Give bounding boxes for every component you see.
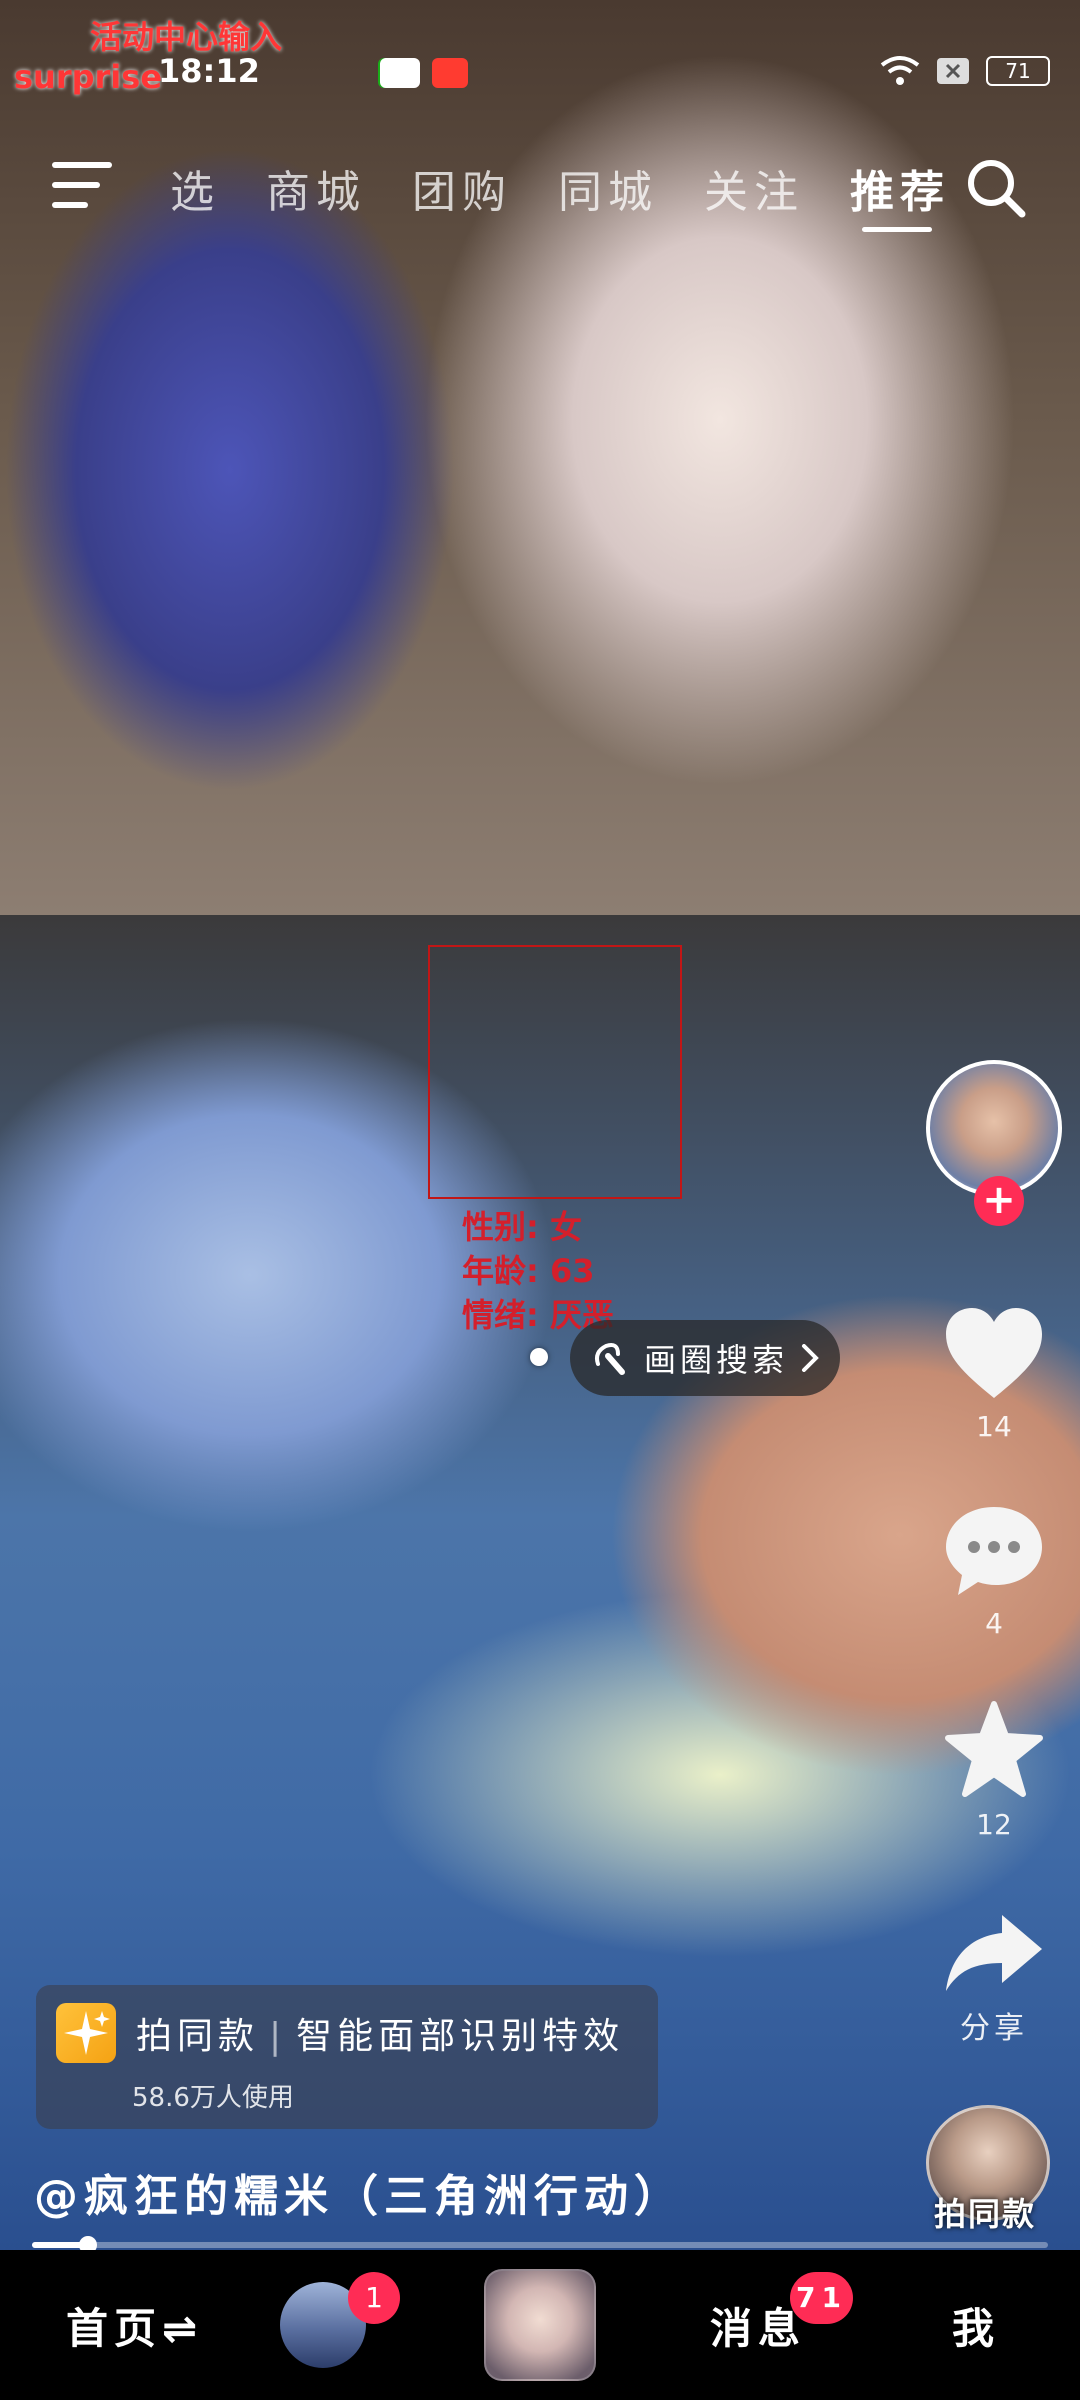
comment-count: 4 bbox=[985, 1607, 1003, 1640]
draw-search-dot bbox=[530, 1348, 548, 1366]
creator-avatar[interactable]: + bbox=[926, 1060, 1062, 1226]
like-count: 14 bbox=[976, 1410, 1012, 1443]
nav-home[interactable]: 首页⇌ bbox=[66, 2250, 203, 2400]
follow-button[interactable]: + bbox=[974, 1176, 1024, 1226]
nav-friends[interactable]: 1 bbox=[280, 2250, 400, 2400]
video-app-icon bbox=[432, 58, 468, 88]
search-icon[interactable] bbox=[964, 156, 1028, 220]
effect-action: 拍同款 bbox=[136, 2016, 260, 2057]
share-button[interactable]: 分享 bbox=[924, 1911, 1064, 2047]
nav-messages[interactable]: 消息 71 bbox=[710, 2250, 853, 2400]
create-thumbnail bbox=[484, 2269, 596, 2381]
chevron-right-icon bbox=[802, 1344, 819, 1372]
oppo-app-icon bbox=[380, 58, 420, 88]
author-name[interactable]: @疯狂的糯米（三角洲行动） bbox=[34, 2160, 684, 2224]
same-style-button[interactable]: 拍同款 bbox=[920, 2105, 1054, 2233]
face-info-overlay: 性别: 女 年龄: 63 情绪: 厌恶 bbox=[462, 1205, 614, 1337]
star-icon[interactable] bbox=[942, 1700, 1046, 1800]
face-gender: 性别: 女 bbox=[462, 1208, 582, 1246]
draw-search-button[interactable]: 画圈搜索 bbox=[570, 1320, 840, 1396]
effect-icon bbox=[56, 2003, 116, 2063]
share-label: 分享 bbox=[960, 2011, 1028, 2046]
nav-me[interactable]: 我 bbox=[952, 2250, 994, 2400]
heart-icon[interactable] bbox=[942, 1306, 1046, 1402]
effect-title-row: 拍同款 | 智能面部识别特效 bbox=[136, 2007, 624, 2059]
draw-search-label: 画圈搜索 bbox=[644, 1341, 789, 1379]
effect-card[interactable]: 拍同款 | 智能面部识别特效 58.6万人使用 bbox=[36, 1985, 658, 2129]
sparkle-icon bbox=[64, 2011, 110, 2055]
like-button[interactable]: 14 bbox=[924, 1306, 1064, 1443]
tab-selected[interactable]: 选 bbox=[170, 156, 220, 220]
sim-off-icon bbox=[937, 58, 969, 84]
comment-icon[interactable] bbox=[942, 1503, 1046, 1599]
top-navigation: 选 商城 团购 同城 关注 推荐 bbox=[0, 150, 1080, 232]
face-age: 年龄: 63 bbox=[462, 1252, 595, 1290]
draw-pen-icon bbox=[595, 1343, 625, 1375]
status-clock: 18:12 bbox=[158, 52, 260, 90]
messages-badge: 71 bbox=[790, 2272, 853, 2324]
friends-badge: 1 bbox=[348, 2272, 400, 2324]
video-top-pane[interactable] bbox=[0, 0, 1080, 915]
effect-users: 58.6万人使用 bbox=[132, 2083, 294, 2113]
share-icon[interactable] bbox=[942, 1911, 1046, 1995]
nav-create[interactable] bbox=[484, 2250, 596, 2400]
same-style-label: 拍同款 bbox=[934, 2195, 1037, 2233]
favorite-button[interactable]: 12 bbox=[924, 1700, 1064, 1841]
tab-group-buy[interactable]: 团购 bbox=[412, 156, 512, 220]
menu-icon[interactable] bbox=[52, 162, 112, 208]
tab-nearby[interactable]: 同城 bbox=[558, 156, 658, 220]
effect-name: 智能面部识别特效 bbox=[296, 2016, 625, 2057]
promo-text-line2: surprise bbox=[14, 58, 163, 96]
tab-recommended[interactable]: 推荐 bbox=[850, 156, 950, 232]
action-rail: + 14 4 12 分享 bbox=[924, 1060, 1064, 2047]
status-icons: 71 bbox=[880, 55, 1050, 87]
comment-button[interactable]: 4 bbox=[924, 1503, 1064, 1640]
face-detection-box bbox=[428, 945, 682, 1199]
screen: 性别: 女 年龄: 63 情绪: 厌恶 活动中心输入 surprise 18:1… bbox=[0, 0, 1080, 2400]
top-tabs: 选 商城 团购 同城 关注 推荐 bbox=[170, 156, 950, 232]
bottom-navigation: 首页⇌ 1 消息 71 我 bbox=[0, 2250, 1080, 2400]
battery-indicator: 71 bbox=[986, 56, 1050, 86]
tab-mall[interactable]: 商城 bbox=[266, 156, 366, 220]
favorite-count: 12 bbox=[976, 1808, 1012, 1841]
wifi-icon bbox=[880, 56, 920, 85]
effect-separator: | bbox=[269, 2016, 287, 2057]
tab-following[interactable]: 关注 bbox=[704, 156, 804, 220]
video-progress-bar[interactable] bbox=[32, 2236, 1048, 2254]
